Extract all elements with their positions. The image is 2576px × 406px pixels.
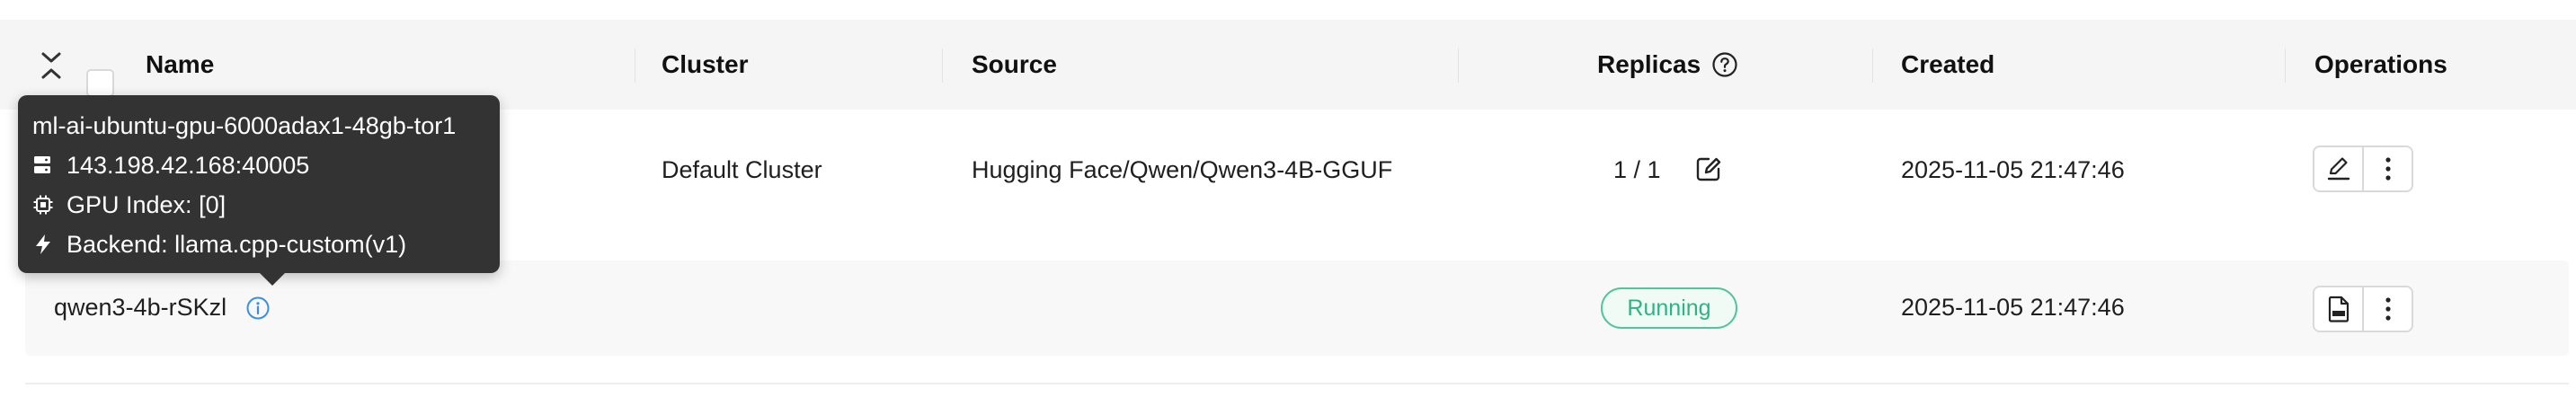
instance-operations [2313, 286, 2413, 332]
column-header-cluster[interactable]: Cluster [662, 20, 748, 110]
chip-icon [33, 195, 53, 215]
column-divider [1458, 49, 1459, 83]
edit-replicas-icon[interactable] [1695, 155, 1722, 182]
tooltip-backend: Backend: llama.cpp-custom(v1) [67, 230, 407, 258]
more-vertical-icon [2385, 297, 2391, 321]
model-source: Hugging Face/Qwen/Qwen3-4B-GGUF [972, 156, 1393, 183]
status-badge: Running [1601, 287, 1737, 329]
instance-info-tooltip: ml-ai-ubuntu-gpu-6000adax1-48gb-tor1 143… [18, 95, 500, 286]
tooltip-address-line: 143.198.42.168:40005 [32, 147, 309, 183]
edit-icon [2327, 157, 2349, 181]
instance-created: 2025-11-05 21:47:46 [1901, 294, 2125, 321]
column-header-operations: Operations [2314, 50, 2447, 78]
column-header-replicas: Replicas [1597, 20, 1738, 110]
model-created: 2025-11-05 21:47:46 [1901, 156, 2125, 183]
expand-collapse-icon[interactable] [40, 49, 63, 83]
bolt-icon [36, 234, 50, 254]
tooltip-backend-line: Backend: llama.cpp-custom(v1) [32, 226, 406, 262]
column-header-created[interactable]: Created [1901, 20, 1994, 110]
tooltip-address: 143.198.42.168:40005 [67, 151, 310, 179]
edit-button[interactable] [2314, 147, 2362, 190]
info-icon[interactable] [245, 296, 271, 321]
model-replicas: 1 / 1 [1613, 156, 1661, 183]
tooltip-gpu-line: GPU Index: [0] [32, 187, 226, 223]
tooltip-gpu-index: GPU Index: [0] [67, 190, 227, 218]
column-header-source[interactable]: Source [972, 20, 1057, 110]
column-divider [942, 49, 943, 83]
model-operations [2313, 146, 2413, 192]
more-button[interactable] [2362, 147, 2412, 190]
column-divider [1872, 49, 1873, 83]
more-button[interactable] [2362, 287, 2412, 331]
server-icon [34, 156, 50, 173]
select-all-checkbox[interactable] [86, 69, 114, 97]
instance-row [25, 260, 2569, 356]
view-logs-button[interactable] [2314, 287, 2362, 331]
help-circle-icon[interactable] [1711, 51, 1738, 78]
model-cluster: Default Cluster [662, 156, 822, 183]
column-divider [2285, 49, 2286, 83]
column-header-replicas-label: Replicas [1597, 50, 1701, 78]
tooltip-worker: ml-ai-ubuntu-gpu-6000adax1-48gb-tor1 [32, 111, 457, 139]
log-file-icon [2328, 296, 2349, 322]
instance-name: qwen3-4b-rSKzl [54, 294, 227, 321]
table-bottom-border [25, 383, 2569, 384]
more-vertical-icon [2385, 157, 2391, 181]
